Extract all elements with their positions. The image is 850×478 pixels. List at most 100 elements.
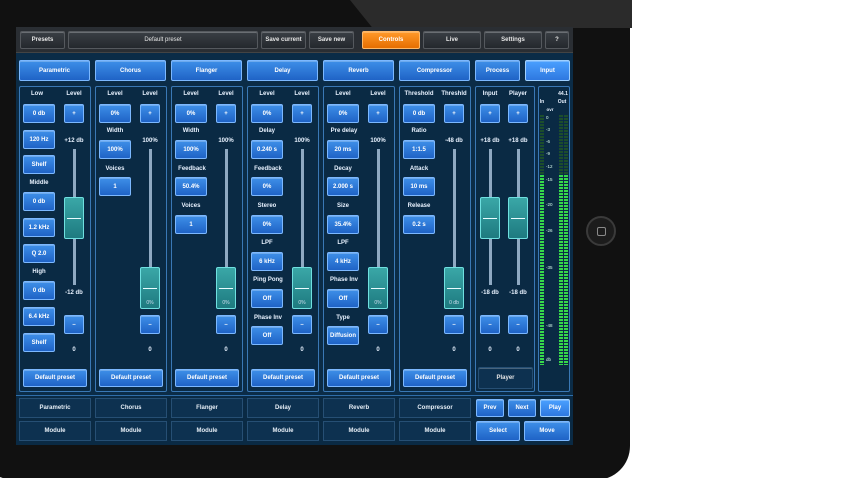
help-button[interactable]: ? [545, 31, 569, 49]
compressor-threshold-button[interactable]: 0 db [403, 104, 435, 123]
reverb-plus-button[interactable]: + [368, 104, 388, 123]
chorus-level-button[interactable]: 0% [99, 104, 131, 123]
flanger-fader-track[interactable] [225, 149, 228, 285]
module-tab-reverb[interactable]: Reverb [323, 60, 394, 81]
move-button[interactable]: Move [524, 421, 570, 441]
presets-button[interactable]: Presets [20, 31, 65, 49]
reverb-minus-button[interactable]: – [368, 315, 388, 334]
high-freq-button[interactable]: 6.4 kHz [23, 307, 55, 326]
slot-reverb[interactable]: Reverb [323, 398, 395, 418]
delay-time-button[interactable]: 0.240 s [251, 140, 283, 159]
process-player-minus-button[interactable]: – [508, 315, 528, 334]
tab-live[interactable]: Live [423, 31, 481, 49]
reverb-phase-button[interactable]: Off [327, 289, 359, 308]
high-gain-button[interactable]: 0 db [23, 281, 55, 300]
module-tab-flanger[interactable]: Flanger [171, 60, 242, 81]
delay-plus-button[interactable]: + [292, 104, 312, 123]
module-tab-compressor[interactable]: Compressor [399, 60, 470, 81]
flanger-voices-button[interactable]: 1 [175, 215, 207, 234]
compressor-default-preset-button[interactable]: Default preset [403, 369, 467, 387]
delay-level-button[interactable]: 0% [251, 104, 283, 123]
mid-q-button[interactable]: Q 2.0 [23, 244, 55, 263]
level-plus-button[interactable]: + [64, 104, 84, 123]
reverb-type-button[interactable]: Diffusion [327, 326, 359, 345]
delay-fader-knob[interactable]: 0% [292, 267, 312, 309]
process-player-fader-knob[interactable] [508, 197, 528, 239]
compressor-attack-button[interactable]: 10 ms [403, 177, 435, 196]
slot-flanger-module[interactable]: Module [171, 421, 243, 441]
level-fader-knob[interactable] [64, 197, 84, 239]
flanger-width-button[interactable]: 100% [175, 140, 207, 159]
module-tab-input[interactable]: Input [525, 60, 570, 81]
module-tab-parametric[interactable]: Parametric [19, 60, 90, 81]
low-freq-button[interactable]: 120 Hz [23, 130, 55, 149]
process-player-plus-button[interactable]: + [508, 104, 528, 123]
process-input-plus-button[interactable]: + [480, 104, 500, 123]
slot-chorus-module[interactable]: Module [95, 421, 167, 441]
slot-delay-module[interactable]: Module [247, 421, 319, 441]
module-tab-process[interactable]: Process [475, 60, 520, 81]
slot-reverb-module[interactable]: Module [323, 421, 395, 441]
select-button[interactable]: Select [476, 421, 520, 441]
delay-phase-button[interactable]: Off [251, 326, 283, 345]
level-minus-button[interactable]: – [64, 315, 84, 334]
delay-pingpong-button[interactable]: Off [251, 289, 283, 308]
parametric-default-preset-button[interactable]: Default preset [23, 369, 87, 387]
tab-controls[interactable]: Controls [362, 31, 420, 49]
chorus-default-preset-button[interactable]: Default preset [99, 369, 163, 387]
slot-parametric-module[interactable]: Module [19, 421, 91, 441]
chorus-voices-button[interactable]: 1 [99, 177, 131, 196]
flanger-fader-knob[interactable]: 0% [216, 267, 236, 309]
compressor-plus-button[interactable]: + [444, 104, 464, 123]
flanger-minus-button[interactable]: – [216, 315, 236, 334]
process-input-fader-knob[interactable] [480, 197, 500, 239]
compressor-minus-button[interactable]: – [444, 315, 464, 334]
chorus-width-button[interactable]: 100% [99, 140, 131, 159]
slot-flanger[interactable]: Flanger [171, 398, 243, 418]
flanger-feedback-button[interactable]: 50.4% [175, 177, 207, 196]
slot-compressor-module[interactable]: Module [399, 421, 471, 441]
process-player-button[interactable]: Player [478, 367, 533, 389]
process-input-minus-button[interactable]: – [480, 315, 500, 334]
compressor-fader-track[interactable] [453, 149, 456, 285]
slot-parametric[interactable]: Parametric [19, 398, 91, 418]
preset-name-field[interactable]: Default preset [68, 31, 258, 49]
reverb-size-button[interactable]: 35.4% [327, 215, 359, 234]
module-tab-chorus[interactable]: Chorus [95, 60, 166, 81]
chorus-fader-knob[interactable]: 0% [140, 267, 160, 309]
reverb-level-button[interactable]: 0% [327, 104, 359, 123]
slot-compressor[interactable]: Compressor [399, 398, 471, 418]
delay-minus-button[interactable]: – [292, 315, 312, 334]
save-current-button[interactable]: Save current [261, 31, 306, 49]
mid-gain-button[interactable]: 0 db [23, 192, 55, 211]
mid-freq-button[interactable]: 1.2 kHz [23, 218, 55, 237]
slot-chorus[interactable]: Chorus [95, 398, 167, 418]
module-tab-delay[interactable]: Delay [247, 60, 318, 81]
delay-feedback-button[interactable]: 0% [251, 177, 283, 196]
flanger-level-button[interactable]: 0% [175, 104, 207, 123]
low-gain-button[interactable]: 0 db [23, 104, 55, 123]
delay-stereo-button[interactable]: 0% [251, 215, 283, 234]
reverb-fader-track[interactable] [377, 149, 380, 285]
reverb-default-preset-button[interactable]: Default preset [327, 369, 391, 387]
compressor-fader-knob[interactable]: 0 db [444, 267, 464, 309]
delay-default-preset-button[interactable]: Default preset [251, 369, 315, 387]
flanger-plus-button[interactable]: + [216, 104, 236, 123]
reverb-fader-knob[interactable]: 0% [368, 267, 388, 309]
reverb-lpf-button[interactable]: 4 kHz [327, 252, 359, 271]
chorus-plus-button[interactable]: + [140, 104, 160, 123]
play-button[interactable]: Play [540, 399, 570, 417]
high-type-button[interactable]: Shelf [23, 333, 55, 352]
save-new-button[interactable]: Save new [309, 31, 354, 49]
delay-fader-track[interactable] [301, 149, 304, 285]
compressor-ratio-button[interactable]: 1:1.5 [403, 140, 435, 159]
next-button[interactable]: Next [508, 399, 536, 417]
home-button[interactable] [586, 216, 616, 246]
low-type-button[interactable]: Shelf [23, 155, 55, 174]
reverb-predelay-button[interactable]: 20 ms [327, 140, 359, 159]
slot-delay[interactable]: Delay [247, 398, 319, 418]
chorus-minus-button[interactable]: – [140, 315, 160, 334]
prev-button[interactable]: Prev [476, 399, 504, 417]
compressor-release-button[interactable]: 0.2 s [403, 215, 435, 234]
reverb-decay-button[interactable]: 2.000 s [327, 177, 359, 196]
